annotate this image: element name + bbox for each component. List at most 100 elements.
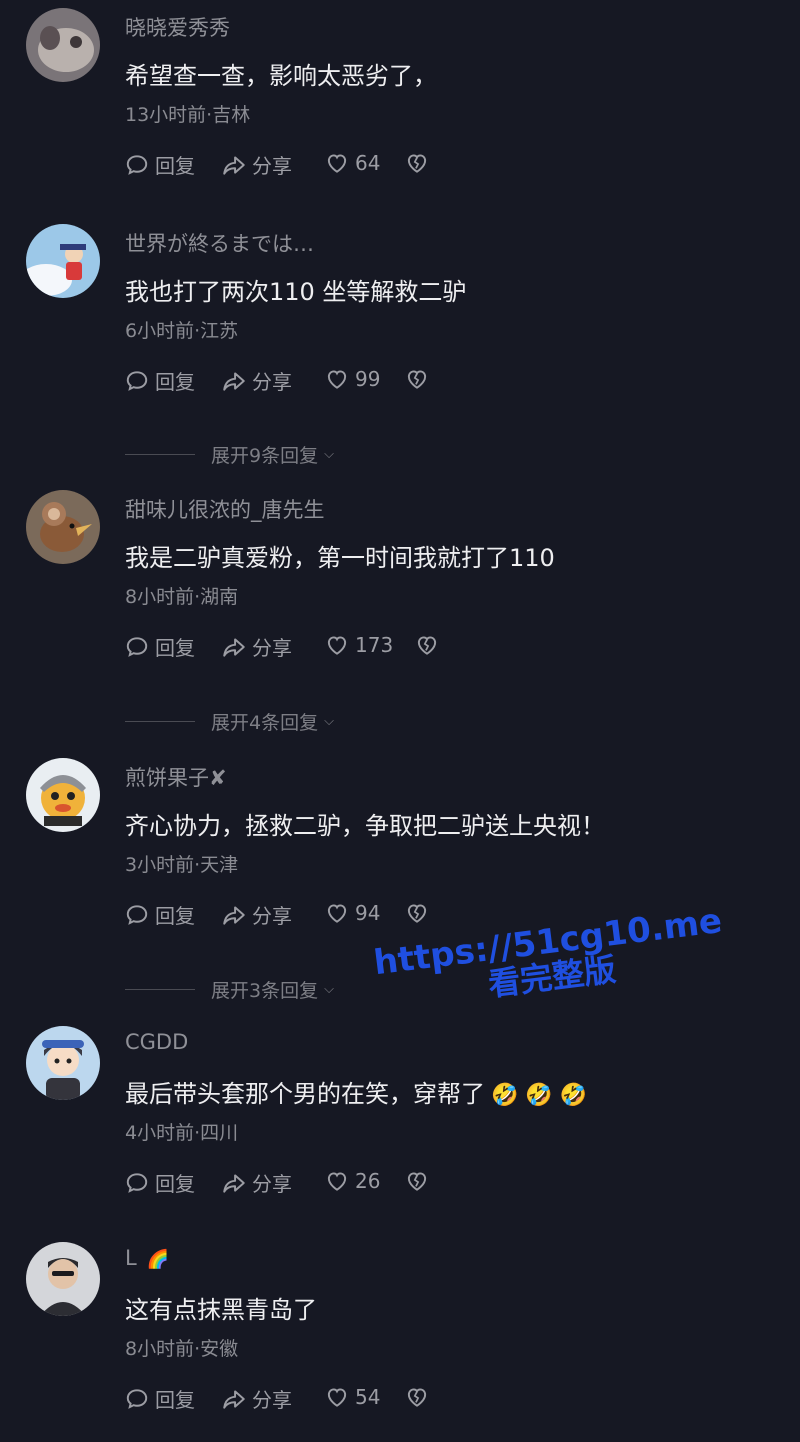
reply-label: 回复 (155, 1384, 195, 1413)
reply-button[interactable]: 回复 (124, 900, 195, 929)
heart-icon (324, 1384, 350, 1410)
reply-button[interactable]: 回复 (124, 150, 195, 179)
like-button[interactable]: 173 (324, 632, 393, 658)
like-count: 99 (355, 367, 380, 391)
comment-meta: 13小时前·吉林 (125, 100, 250, 127)
share-button[interactable]: 分享 (221, 900, 292, 929)
like-count: 94 (355, 901, 380, 925)
divider-line (125, 454, 195, 455)
comment-actions: 回复 分享 99 (124, 366, 564, 398)
avatar[interactable] (26, 1242, 100, 1316)
share-label: 分享 (252, 366, 292, 395)
comment-text: 希望查一查，影响太恶劣了， (125, 56, 437, 91)
dislike-button[interactable] (404, 150, 435, 176)
expand-replies-button[interactable]: 展开4条回复 ⌵ (125, 706, 525, 736)
share-arrow-icon (221, 1170, 247, 1196)
comment-text: 最后带头套那个男的在笑，穿帮了🤣 🤣 🤣 (125, 1074, 587, 1109)
reply-label: 回复 (155, 1168, 195, 1197)
divider-line (125, 721, 195, 722)
reply-button[interactable]: 回复 (124, 1384, 195, 1413)
expand-replies-button[interactable]: 展开9条回复 ⌵ (125, 439, 525, 469)
reply-button[interactable]: 回复 (124, 632, 195, 661)
chevron-down-icon: ⌵ (324, 714, 334, 729)
chevron-down-icon: ⌵ (324, 982, 334, 997)
comment-item: CGDD 最后带头套那个男的在笑，穿帮了🤣 🤣 🤣 4小时前·四川 回复 分享 … (0, 1026, 800, 1216)
comment-actions: 回复 分享 26 (124, 1168, 564, 1200)
dislike-button[interactable] (404, 366, 435, 392)
like-button[interactable]: 26 (324, 1168, 380, 1194)
comment-item: L🌈 这有点抹黑青岛了 8小时前·安徽 回复 分享 54 (0, 1242, 800, 1442)
comment-bubble-icon (124, 1170, 150, 1196)
broken-heart-icon (404, 900, 430, 926)
like-count: 54 (355, 1385, 380, 1409)
comment-bubble-icon (124, 1386, 150, 1412)
like-button[interactable]: 94 (324, 900, 380, 926)
share-arrow-icon (221, 152, 247, 178)
comment-item: 世界が終るまでは… 我也打了两次110 坐等解救二驴 6小时前·江苏 回复 分享… (0, 224, 800, 414)
like-button[interactable]: 64 (324, 150, 380, 176)
avatar[interactable] (26, 490, 100, 564)
share-label: 分享 (252, 1384, 292, 1413)
share-button[interactable]: 分享 (221, 632, 292, 661)
dislike-button[interactable] (404, 1168, 435, 1194)
username[interactable]: CGDD (125, 1030, 188, 1054)
like-button[interactable]: 99 (324, 366, 380, 392)
comment-actions: 回复 分享 54 (124, 1384, 564, 1416)
username[interactable]: 甜味儿很浓的_唐先生 (125, 494, 325, 524)
comment-meta: 3小时前·天津 (125, 850, 238, 877)
share-label: 分享 (252, 150, 292, 179)
username[interactable]: 煎饼果子✘ (125, 762, 227, 792)
heart-icon (324, 366, 350, 392)
dislike-button[interactable] (404, 1384, 435, 1410)
heart-icon (324, 1168, 350, 1194)
comment-bubble-icon (124, 634, 150, 660)
username[interactable]: 世界が終るまでは… (125, 228, 314, 258)
broken-heart-icon (404, 1168, 430, 1194)
username[interactable]: 晓晓爱秀秀 (125, 12, 230, 42)
comment-text: 我也打了两次110 坐等解救二驴 (125, 272, 466, 307)
rainbow-emoji: 🌈 (147, 1249, 169, 1270)
reply-button[interactable]: 回复 (124, 1168, 195, 1197)
comment-list: 晓晓爱秀秀 希望查一查，影响太恶劣了， 13小时前·吉林 回复 分享 64 (0, 0, 800, 1442)
comment-bubble-icon (124, 368, 150, 394)
reply-label: 回复 (155, 632, 195, 661)
reply-label: 回复 (155, 900, 195, 929)
share-label: 分享 (252, 1168, 292, 1197)
comment-bubble-icon (124, 152, 150, 178)
heart-icon (324, 632, 350, 658)
comment-meta: 8小时前·湖南 (125, 582, 238, 609)
comment-text: 这有点抹黑青岛了 (125, 1290, 317, 1325)
share-label: 分享 (252, 900, 292, 929)
share-button[interactable]: 分享 (221, 1384, 292, 1413)
comment-actions: 回复 分享 64 (124, 150, 564, 182)
expand-replies-label: 展开3条回复 (211, 976, 318, 1003)
share-button[interactable]: 分享 (221, 366, 292, 395)
chevron-down-icon: ⌵ (324, 447, 334, 462)
reply-button[interactable]: 回复 (124, 366, 195, 395)
share-arrow-icon (221, 902, 247, 928)
broken-heart-icon (414, 632, 440, 658)
avatar[interactable] (26, 758, 100, 832)
like-count: 26 (355, 1169, 380, 1193)
comment-actions: 回复 分享 173 (124, 632, 564, 664)
share-button[interactable]: 分享 (221, 1168, 292, 1197)
comment-meta: 6小时前·江苏 (125, 316, 238, 343)
username[interactable]: L🌈 (125, 1246, 169, 1270)
comment-item: 晓晓爱秀秀 希望查一查，影响太恶劣了， 13小时前·吉林 回复 分享 64 (0, 8, 800, 198)
dislike-button[interactable] (414, 632, 445, 658)
heart-icon (324, 150, 350, 176)
comment-bubble-icon (124, 902, 150, 928)
share-label: 分享 (252, 632, 292, 661)
comment-item: 甜味儿很浓的_唐先生 我是二驴真爱粉，第一时间我就打了110 8小时前·湖南 回… (0, 490, 800, 680)
reply-label: 回复 (155, 366, 195, 395)
laughing-emoji: 🤣 🤣 🤣 (491, 1083, 587, 1108)
avatar[interactable] (26, 1026, 100, 1100)
comment-text: 我是二驴真爱粉，第一时间我就打了110 (125, 538, 555, 573)
dislike-button[interactable] (404, 900, 435, 926)
comment-text: 齐心协力，拯救二驴，争取把二驴送上央视！ (125, 806, 605, 841)
comment-meta: 4小时前·四川 (125, 1118, 238, 1145)
like-button[interactable]: 54 (324, 1384, 380, 1410)
share-button[interactable]: 分享 (221, 150, 292, 179)
avatar[interactable] (26, 224, 100, 298)
avatar[interactable] (26, 8, 100, 82)
